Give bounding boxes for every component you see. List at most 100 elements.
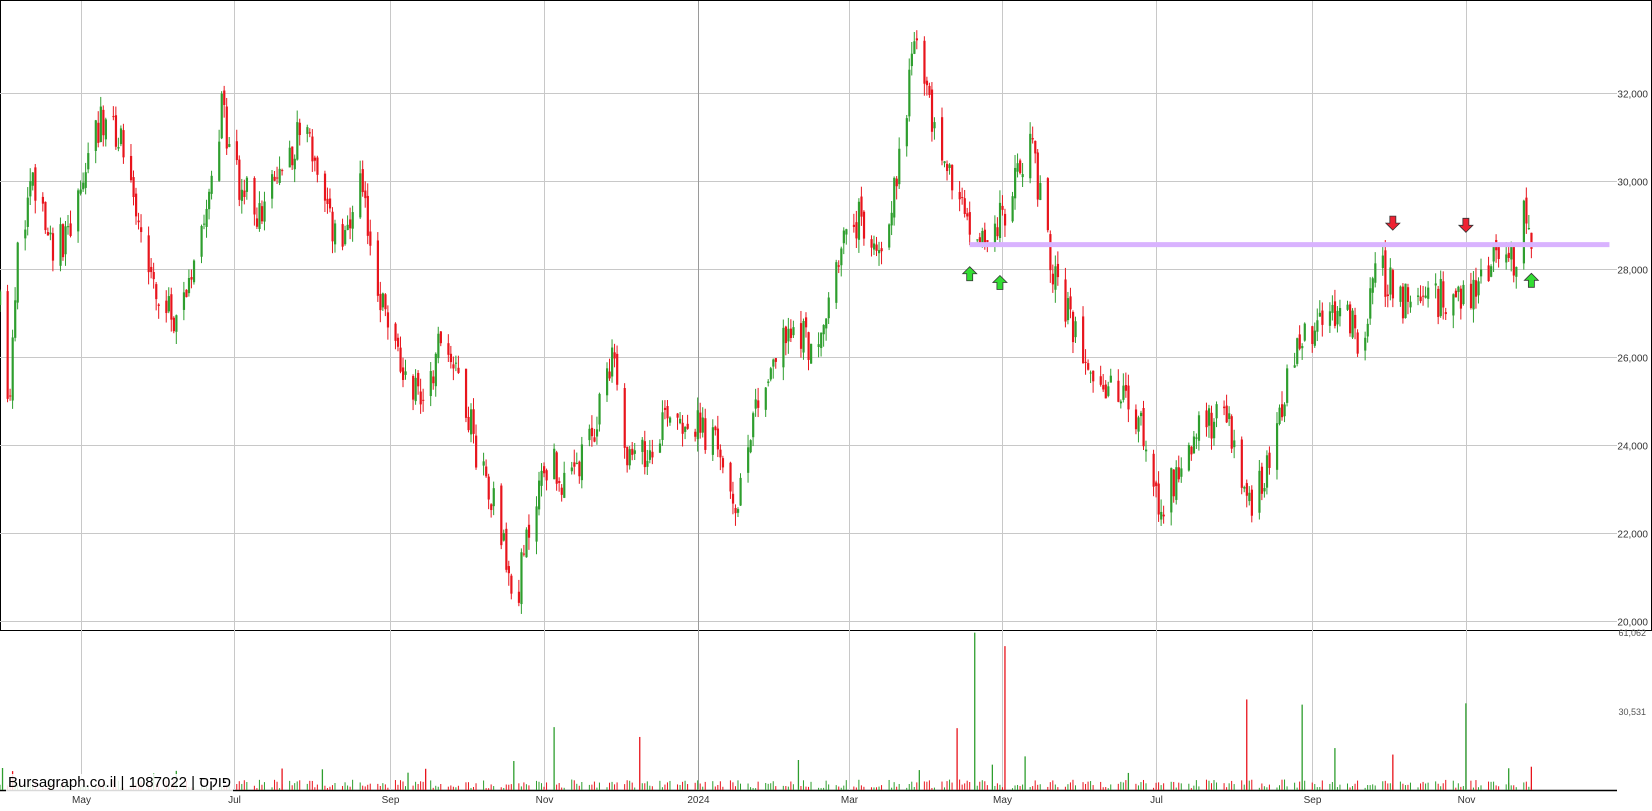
candle-body xyxy=(487,476,490,500)
candle-body xyxy=(792,327,795,336)
candle-body xyxy=(82,182,85,190)
price-tick-label: 28,000 xyxy=(1617,266,1648,277)
candle-body xyxy=(472,409,475,434)
time-tick-label: Sep xyxy=(382,795,400,806)
candle-body xyxy=(1507,252,1510,258)
signal-overlay xyxy=(961,215,1610,290)
candle-body xyxy=(245,177,249,192)
time-tick-label: Nov xyxy=(536,795,554,806)
candle-body xyxy=(323,173,327,201)
candle-body xyxy=(752,413,755,438)
candle-body xyxy=(331,211,334,242)
candle-body xyxy=(1457,286,1460,293)
candle-body xyxy=(913,41,916,54)
candle-body xyxy=(1243,487,1246,489)
sell-arrow-icon xyxy=(1384,215,1401,231)
candle-body xyxy=(893,177,896,218)
candle-body xyxy=(1437,288,1440,318)
candle-body xyxy=(1157,483,1160,515)
candle-body xyxy=(951,165,954,191)
candle-body xyxy=(757,400,760,408)
candle-body xyxy=(905,118,908,147)
candle-body xyxy=(452,364,455,369)
candle-body xyxy=(1001,205,1004,210)
candle-body xyxy=(767,381,770,383)
candle-body xyxy=(1472,279,1475,310)
candle-body xyxy=(628,449,631,466)
candle-body xyxy=(412,376,415,400)
candle-body xyxy=(820,332,823,349)
candle-body xyxy=(384,294,387,310)
candle-body xyxy=(676,413,679,418)
candle-body xyxy=(855,222,858,239)
candle-body xyxy=(888,224,891,248)
candle-body xyxy=(631,448,634,455)
candle-body xyxy=(129,155,133,181)
candle-body xyxy=(64,226,67,255)
candle-body xyxy=(87,153,90,170)
candle-body xyxy=(802,321,805,353)
candle-body xyxy=(172,317,175,332)
price-tick-label: 20,000 xyxy=(1617,618,1648,629)
candle-body xyxy=(364,190,367,199)
candle-body xyxy=(1318,312,1321,317)
candle-body xyxy=(623,388,626,448)
candle-body xyxy=(404,371,407,375)
candle-body xyxy=(860,196,863,217)
candle-body xyxy=(1286,368,1289,403)
candle-body xyxy=(500,485,503,546)
candle-body xyxy=(313,157,317,161)
candle-body xyxy=(6,291,9,399)
candle-body xyxy=(61,224,65,258)
candle-body xyxy=(626,446,629,466)
candle-body xyxy=(281,170,284,172)
candle-body xyxy=(978,237,981,243)
candle-body xyxy=(872,243,876,250)
price-tick-label: 32,000 xyxy=(1617,90,1648,101)
candle-body xyxy=(1454,290,1458,298)
candle-body xyxy=(1462,284,1465,305)
candle-body xyxy=(1092,370,1095,382)
candle-body xyxy=(845,229,848,235)
candle-body xyxy=(835,262,838,303)
volume-tick-label: 61,062 xyxy=(1618,628,1646,638)
candle-body xyxy=(958,191,961,200)
candle-body xyxy=(517,591,521,603)
candle-body xyxy=(1145,449,1148,452)
candle-body xyxy=(346,224,349,231)
price-panel xyxy=(0,30,1533,614)
candle-body xyxy=(943,161,946,164)
candle-body xyxy=(311,136,314,162)
time-tick-label: May xyxy=(72,795,91,806)
candle-body xyxy=(1336,310,1339,325)
candle-body xyxy=(701,417,704,433)
candle-body xyxy=(255,218,259,227)
candle-body xyxy=(1366,323,1369,337)
chart-svg: 20,000 22,000 24,000 26,000 28,000 30,000 32,0… xyxy=(0,0,1652,806)
candle-body xyxy=(1281,404,1284,418)
axis-layer: 20,000 22,000 24,000 26,000 28,000 30,000 32,0… xyxy=(72,90,1648,807)
candle-body xyxy=(1525,197,1528,224)
candle-body xyxy=(1210,412,1213,439)
candle-body xyxy=(560,487,563,495)
candle-body xyxy=(14,300,17,338)
candle-body xyxy=(1313,330,1316,346)
time-tick-label: Jul xyxy=(1150,795,1163,806)
candle-body xyxy=(114,115,118,147)
candle-body xyxy=(308,132,311,134)
candle-body xyxy=(152,272,155,280)
candle-body xyxy=(1014,167,1017,199)
candle-body xyxy=(485,466,488,477)
candle-body xyxy=(734,507,737,514)
candle-body xyxy=(492,488,495,507)
candle-body xyxy=(1172,469,1175,497)
candle-body xyxy=(258,203,261,230)
candle-body xyxy=(588,428,591,441)
candle-body xyxy=(1074,321,1077,338)
candle-body xyxy=(386,312,390,328)
candle-body xyxy=(157,304,160,306)
candle-body xyxy=(1356,332,1359,354)
candle-body xyxy=(1248,492,1251,502)
candle-body xyxy=(1109,375,1112,383)
candle-body xyxy=(414,377,417,402)
